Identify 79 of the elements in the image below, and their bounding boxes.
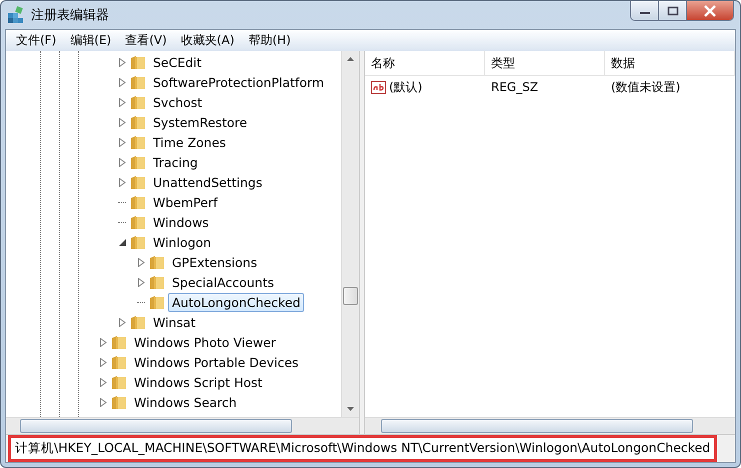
- maximize-button[interactable]: [659, 1, 687, 20]
- vertical-scrollbar[interactable]: [341, 51, 359, 417]
- scroll-down-arrow-icon[interactable]: [347, 407, 354, 411]
- folder-icon: [130, 174, 146, 190]
- expand-arrow-icon[interactable]: [118, 138, 126, 146]
- tree-item[interactable]: AutoLongonChecked: [168, 292, 304, 312]
- tree-item[interactable]: Time Zones: [149, 132, 230, 152]
- tree-item[interactable]: SoftwareProtectionPlatform: [149, 72, 328, 92]
- menu-item[interactable]: 编辑(E): [64, 32, 118, 49]
- tree-item[interactable]: Winsat: [149, 312, 200, 332]
- folder-icon: [130, 214, 146, 230]
- registry-path: 计算机\HKEY_LOCAL_MACHINE\SOFTWARE\Microsoft\Windows NT\CurrentVersion\Winlogon\AutoLongonChecked: [8, 435, 718, 462]
- expand-arrow-icon[interactable]: [100, 338, 106, 346]
- tree-item[interactable]: Svchost: [149, 92, 206, 112]
- expand-arrow-icon[interactable]: [118, 178, 126, 186]
- menu-item[interactable]: 查看(V): [119, 32, 173, 49]
- tree-item[interactable]: Windows Search: [130, 392, 241, 412]
- folder-icon: [130, 154, 146, 170]
- horizontal-scrollbar[interactable]: [365, 417, 735, 434]
- menu-item[interactable]: 帮助(H): [242, 32, 297, 49]
- tree-item[interactable]: Windows: [149, 212, 213, 232]
- folder-icon: [149, 294, 165, 310]
- column-header[interactable]: 名称: [365, 51, 485, 75]
- expand-arrow-icon[interactable]: [118, 118, 126, 126]
- folder-icon: [111, 374, 127, 390]
- folder-icon: [149, 274, 165, 290]
- scroll-up-arrow-icon[interactable]: [347, 57, 354, 61]
- menu-item[interactable]: 收藏夹(A): [174, 32, 240, 49]
- folder-icon: [149, 254, 165, 270]
- column-header[interactable]: 类型: [485, 51, 605, 75]
- tree-item[interactable]: SpecialAccounts: [168, 272, 278, 292]
- tree-item[interactable]: WbemPerf: [149, 192, 222, 212]
- folder-icon: [130, 314, 146, 330]
- tree-item[interactable]: Windows Portable Devices: [130, 352, 303, 372]
- folder-icon: [111, 334, 127, 350]
- scroll-thumb[interactable]: [343, 287, 358, 305]
- expand-arrow-icon[interactable]: [118, 58, 126, 66]
- column-header[interactable]: 数据: [605, 51, 735, 75]
- tree-item[interactable]: Windows Script Host: [130, 372, 266, 392]
- close-button[interactable]: [687, 1, 733, 20]
- minimize-button[interactable]: [631, 1, 659, 20]
- folder-icon: [130, 54, 146, 70]
- expand-arrow-icon[interactable]: [100, 398, 106, 406]
- tree-item[interactable]: Winlogon: [149, 232, 216, 252]
- tree-item[interactable]: GPExtensions: [168, 252, 262, 272]
- folder-icon: [111, 354, 127, 370]
- table-cell-text: REG_SZ: [490, 80, 540, 94]
- window-title: 注册表编辑器: [31, 7, 109, 24]
- table-cell: (默认): [389, 78, 422, 96]
- expand-arrow-icon[interactable]: [118, 318, 126, 326]
- expand-arrow-icon[interactable]: [118, 98, 126, 106]
- expand-arrow-icon[interactable]: [100, 378, 106, 386]
- expand-arrow-icon[interactable]: [118, 78, 126, 86]
- string-value-icon: [371, 80, 386, 94]
- expand-arrow-icon[interactable]: [118, 158, 126, 166]
- folder-icon: [130, 114, 146, 130]
- collapse-arrow-icon[interactable]: [118, 238, 126, 246]
- registry-cubes-icon: [7, 6, 25, 24]
- tree-item[interactable]: Tracing: [149, 152, 202, 172]
- folder-icon: [130, 74, 146, 90]
- scroll-thumb[interactable]: [20, 419, 292, 433]
- folder-icon: [130, 194, 146, 210]
- close-icon: [703, 4, 717, 16]
- menu-item[interactable]: 文件(F): [10, 32, 62, 49]
- maximize-icon: [666, 6, 678, 16]
- expand-arrow-icon[interactable]: [100, 358, 106, 366]
- tree-item[interactable]: Windows Photo Viewer: [130, 332, 280, 352]
- horizontal-scrollbar[interactable]: [6, 417, 359, 434]
- table-cell-text: (数值未设置): [610, 78, 682, 96]
- expand-arrow-icon[interactable]: [138, 278, 144, 286]
- scroll-thumb[interactable]: [381, 419, 693, 433]
- folder-icon: [130, 94, 146, 110]
- folder-icon: [130, 134, 146, 150]
- folder-icon: [111, 394, 127, 410]
- tree-item[interactable]: UnattendSettings: [149, 172, 266, 192]
- tree-item[interactable]: SeCEdit: [149, 52, 206, 72]
- tree-item[interactable]: SystemRestore: [149, 112, 252, 132]
- expand-arrow-icon[interactable]: [138, 258, 144, 266]
- folder-icon: [130, 234, 146, 250]
